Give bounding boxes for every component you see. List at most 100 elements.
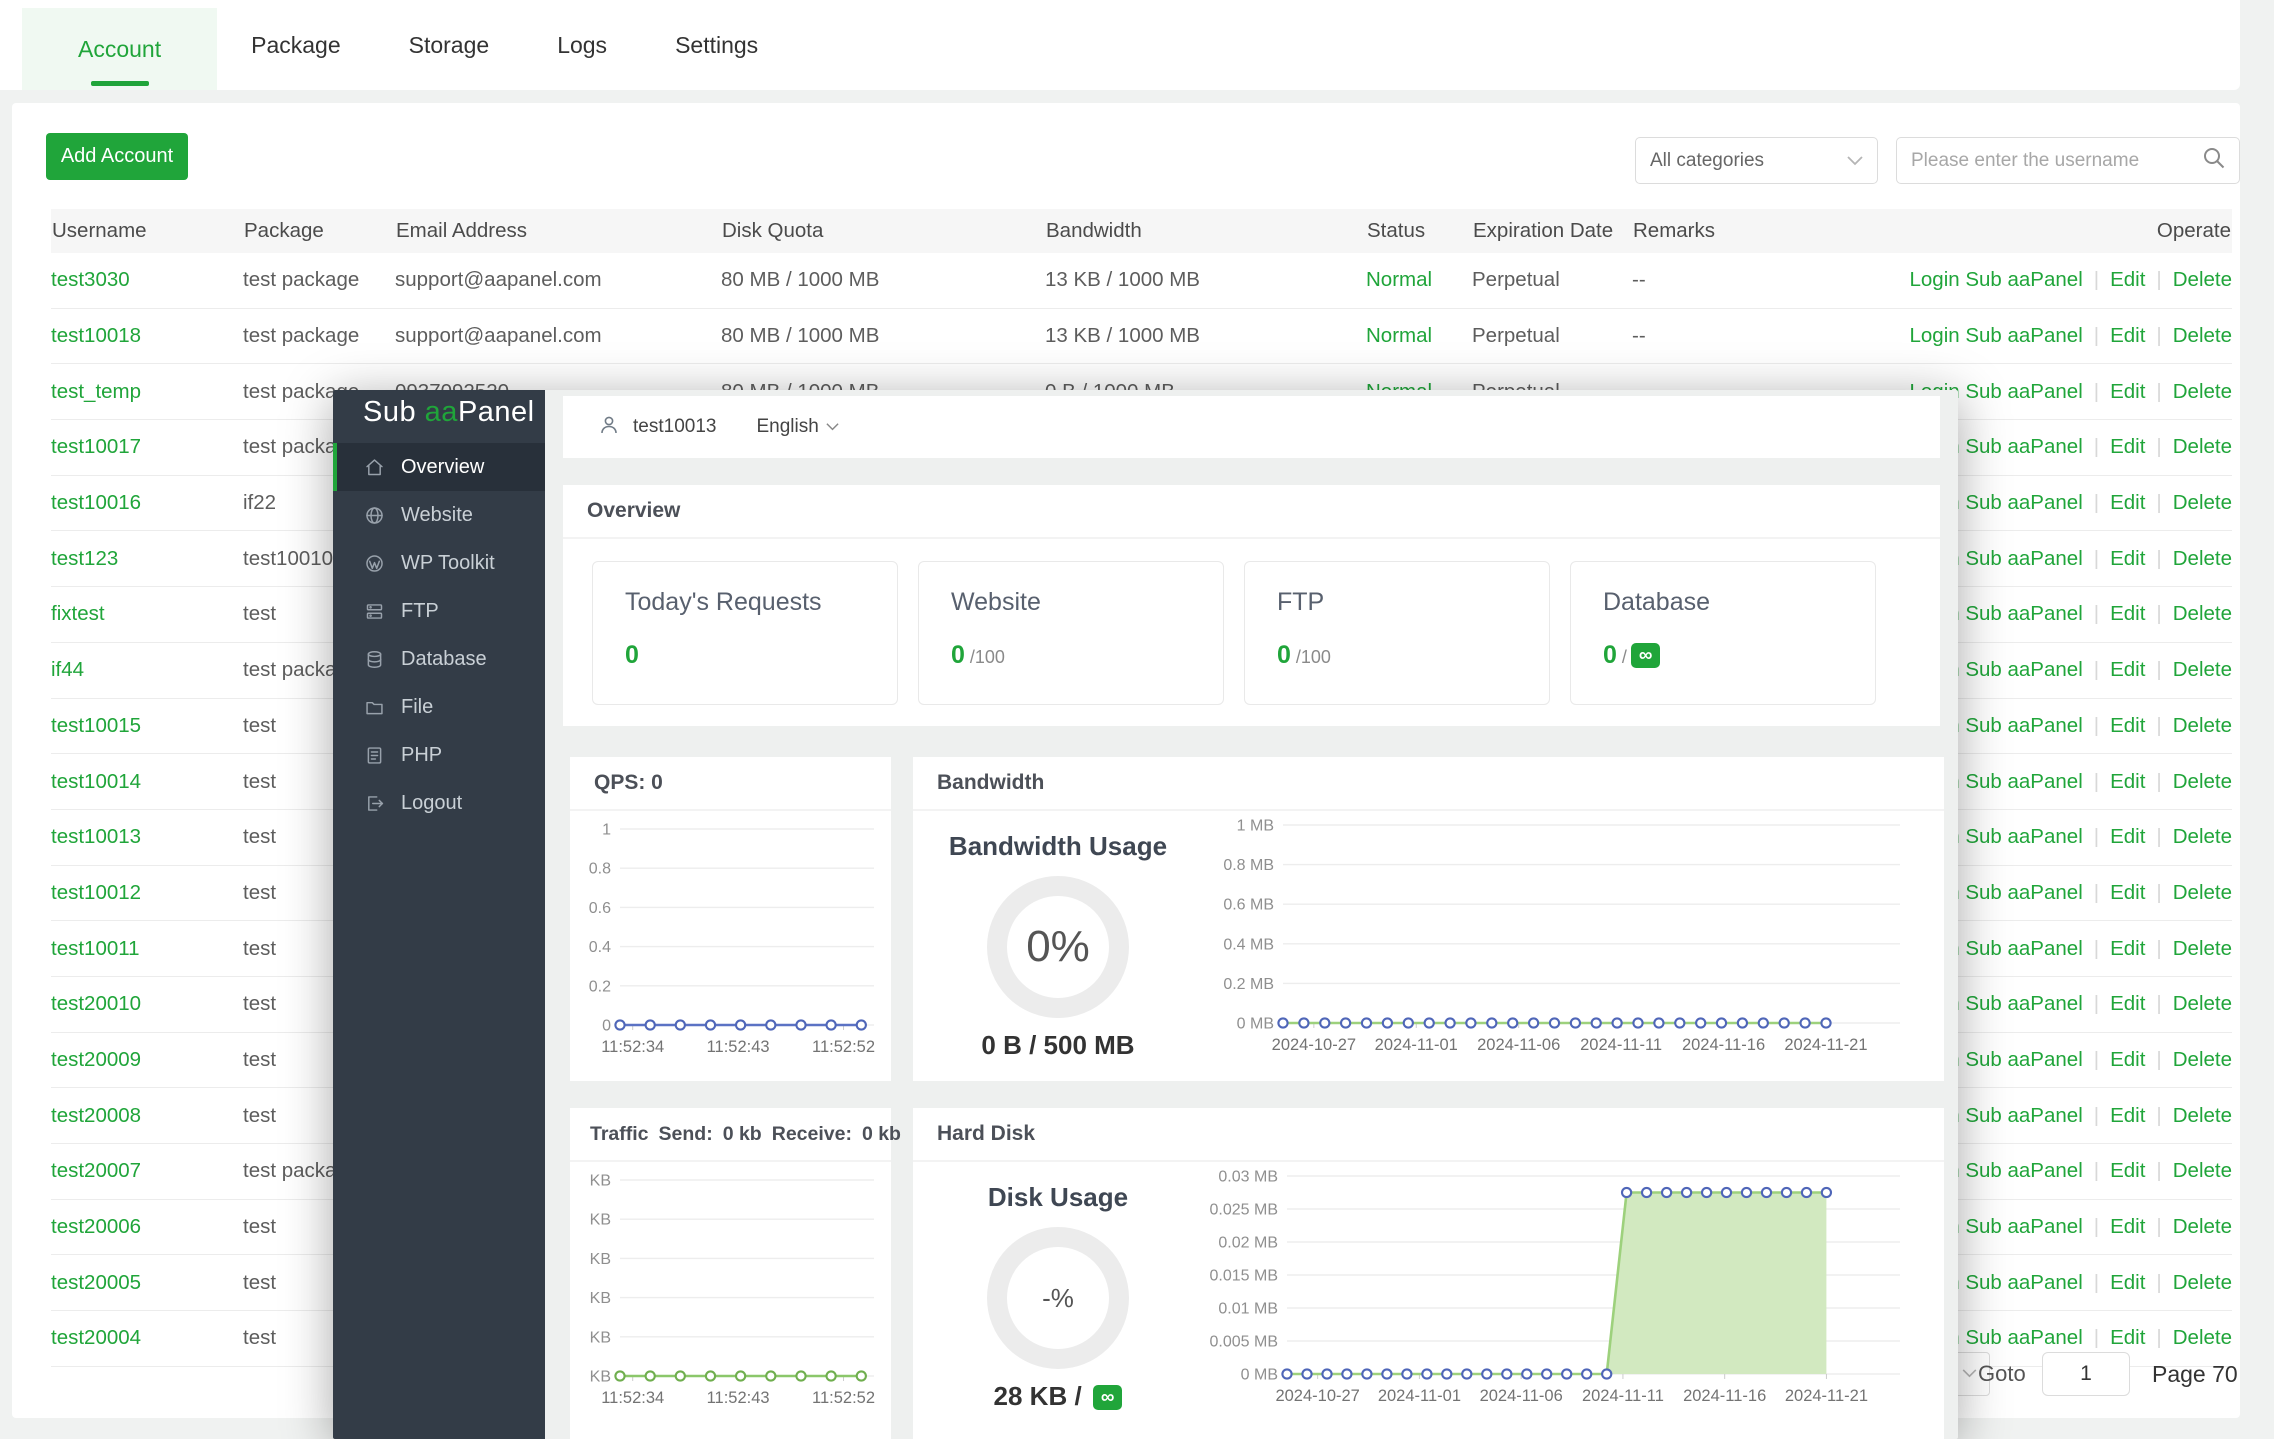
edit-link[interactable]: Edit [2110, 491, 2145, 514]
edit-link[interactable]: Edit [2110, 658, 2145, 681]
delete-link[interactable]: Delete [2173, 1215, 2232, 1238]
category-filter-select[interactable]: All categories [1635, 137, 1878, 184]
delete-link[interactable]: Delete [2173, 992, 2232, 1015]
edit-link[interactable]: Edit [2110, 547, 2145, 570]
edit-link[interactable]: Edit [2110, 1159, 2145, 1182]
username-link[interactable]: test20008 [51, 1104, 141, 1127]
edit-link[interactable]: Edit [2110, 881, 2145, 904]
login-sub-aapanel-link[interactable]: Login Sub aaPanel [1909, 324, 2082, 347]
stat-value: 0/100∞ [1277, 641, 1549, 670]
username-link[interactable]: test3030 [51, 268, 130, 291]
user-icon [597, 413, 621, 442]
delete-link[interactable]: Delete [2173, 1326, 2232, 1349]
globe-icon [363, 504, 385, 526]
svg-text:0: 0 [602, 1018, 611, 1035]
goto-page-input[interactable] [2042, 1352, 2130, 1396]
edit-link[interactable]: Edit [2110, 1048, 2145, 1071]
hard-disk-card: Hard Disk Disk Usage -% 28 KB / ∞ 0.03 M… [913, 1108, 1944, 1439]
edit-link[interactable]: Edit [2110, 1271, 2145, 1294]
category-filter-value: All categories [1650, 150, 1764, 172]
svg-text:0 MB: 0 MB [1237, 1016, 1274, 1033]
tab-account[interactable]: Account [22, 8, 217, 90]
username-link[interactable]: fixtest [51, 602, 105, 625]
delete-link[interactable]: Delete [2173, 491, 2232, 514]
delete-link[interactable]: Delete [2173, 1271, 2232, 1294]
edit-link[interactable]: Edit [2110, 324, 2145, 347]
hard-disk-chart: 0.03 MB0.025 MB0.02 MB0.015 MB0.01 MB0.0… [1203, 1160, 1938, 1418]
sidebar-item-ftp[interactable]: FTP [333, 587, 545, 635]
username-link[interactable]: test20007 [51, 1159, 141, 1182]
edit-link[interactable]: Edit [2110, 1104, 2145, 1127]
delete-link[interactable]: Delete [2173, 658, 2232, 681]
delete-link[interactable]: Delete [2173, 881, 2232, 904]
edit-link[interactable]: Edit [2110, 714, 2145, 737]
username-link[interactable]: test20004 [51, 1326, 141, 1349]
username-link[interactable]: test20005 [51, 1271, 141, 1294]
edit-link[interactable]: Edit [2110, 770, 2145, 793]
delete-link[interactable]: Delete [2173, 1159, 2232, 1182]
edit-link[interactable]: Edit [2110, 380, 2145, 403]
edit-link[interactable]: Edit [2110, 268, 2145, 291]
sidebar-item-database[interactable]: Database [333, 635, 545, 683]
search-icon[interactable] [2201, 145, 2227, 176]
delete-link[interactable]: Delete [2173, 714, 2232, 737]
modal-main: test10013 English Overview Today's Reque… [545, 390, 1958, 1439]
tab-package[interactable]: Package [217, 0, 375, 90]
edit-link[interactable]: Edit [2110, 1215, 2145, 1238]
username-link[interactable]: test123 [51, 547, 118, 570]
delete-link[interactable]: Delete [2173, 1104, 2232, 1127]
sidebar-item-php[interactable]: PHP [333, 731, 545, 779]
sidebar-item-wp-toolkit[interactable]: WP Toolkit [333, 539, 545, 587]
sidebar-item-file[interactable]: File [333, 683, 545, 731]
svg-text:KB: KB [590, 1173, 611, 1190]
username-link[interactable]: test10013 [51, 825, 141, 848]
username-link[interactable]: test10014 [51, 770, 141, 793]
tab-storage[interactable]: Storage [375, 0, 524, 90]
edit-link[interactable]: Edit [2110, 937, 2145, 960]
username-link[interactable]: test_temp [51, 380, 141, 403]
username-link[interactable]: test10018 [51, 324, 141, 347]
stat-card: Today's Requests 0∞ [592, 561, 898, 705]
username-link[interactable]: test10016 [51, 491, 141, 514]
edit-link[interactable]: Edit [2110, 602, 2145, 625]
username-link[interactable]: test10017 [51, 435, 141, 458]
language-dropdown[interactable]: English [756, 416, 838, 438]
username-link[interactable]: test20009 [51, 1048, 141, 1071]
delete-link[interactable]: Delete [2173, 324, 2232, 347]
delete-link[interactable]: Delete [2173, 937, 2232, 960]
goto-label: Goto [1978, 1352, 2026, 1396]
delete-link[interactable]: Delete [2173, 547, 2232, 570]
delete-link[interactable]: Delete [2173, 268, 2232, 291]
sidebar-item-logout[interactable]: Logout [333, 779, 545, 827]
delete-link[interactable]: Delete [2173, 380, 2232, 403]
username-link[interactable]: test20010 [51, 992, 141, 1015]
delete-link[interactable]: Delete [2173, 825, 2232, 848]
delete-link[interactable]: Delete [2173, 770, 2232, 793]
username-link[interactable]: test10012 [51, 881, 141, 904]
tab-settings[interactable]: Settings [641, 0, 792, 90]
edit-link[interactable]: Edit [2110, 435, 2145, 458]
edit-link[interactable]: Edit [2110, 825, 2145, 848]
stat-label: Database [1603, 588, 1875, 617]
delete-link[interactable]: Delete [2173, 435, 2232, 458]
sidebar-item-label: Logout [401, 792, 462, 815]
sidebar-item-overview[interactable]: Overview [333, 443, 545, 491]
username-link[interactable]: if44 [51, 658, 84, 681]
delete-link[interactable]: Delete [2173, 602, 2232, 625]
operate-cell: Login Sub aaPanel|Edit|Delete [1852, 308, 2232, 364]
username-link[interactable]: test20006 [51, 1215, 141, 1238]
username-link[interactable]: test10015 [51, 714, 141, 737]
table-row: test10018 test package support@aapanel.c… [51, 308, 2232, 364]
sidebar-item-website[interactable]: Website [333, 491, 545, 539]
login-sub-aapanel-link[interactable]: Login Sub aaPanel [1909, 268, 2082, 291]
add-account-button[interactable]: Add Account [46, 133, 188, 180]
modal-sidebar: Sub aaPanel OverviewWebsiteWP ToolkitFTP… [333, 390, 545, 1439]
disk-quota-cell: 80 MB / 1000 MB [721, 308, 1045, 364]
edit-link[interactable]: Edit [2110, 992, 2145, 1015]
username-link[interactable]: test10011 [51, 937, 140, 960]
edit-link[interactable]: Edit [2110, 1326, 2145, 1349]
tab-logs[interactable]: Logs [523, 0, 641, 90]
username-search-input[interactable] [1909, 149, 2201, 173]
delete-link[interactable]: Delete [2173, 1048, 2232, 1071]
svg-text:0.2 MB: 0.2 MB [1223, 976, 1274, 993]
